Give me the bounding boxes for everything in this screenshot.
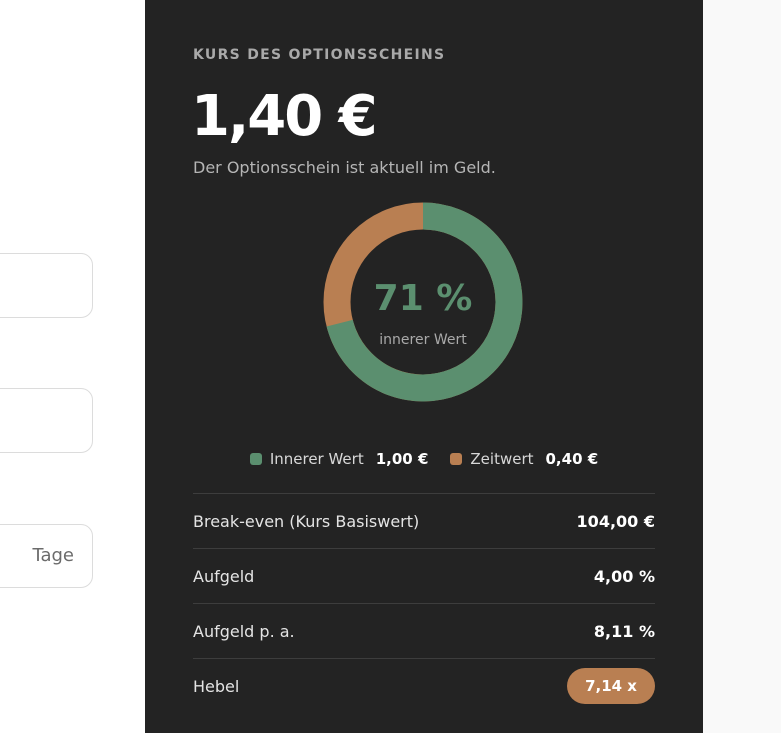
metric-row-leverage: Hebel 7,14 x xyxy=(193,658,655,713)
days-unit-label: Tage xyxy=(32,545,74,566)
days-input-field[interactable]: Tage xyxy=(0,524,93,588)
metric-row-premium-pa: Aufgeld p. a. 8,11 % xyxy=(193,603,655,658)
value-donut-chart: 71 % innerer Wert xyxy=(323,202,523,402)
donut-percent: 71 % xyxy=(374,278,473,319)
panel-eyebrow: KURS DES OPTIONSSCHEINS xyxy=(193,47,446,63)
metric-label: Aufgeld xyxy=(193,566,255,586)
metric-row-break-even: Break-even (Kurs Basiswert) 104,00 € xyxy=(193,493,655,548)
metric-row-premium: Aufgeld 4,00 % xyxy=(193,548,655,603)
legend-label-intrinsic: Innerer Wert xyxy=(269,450,364,468)
metric-label: Aufgeld p. a. xyxy=(193,621,295,641)
right-gutter xyxy=(703,0,781,733)
input-field-1[interactable] xyxy=(0,253,93,318)
legend-value-intrinsic: 1,00 € xyxy=(375,450,429,468)
metric-value: 104,00 € xyxy=(576,511,655,531)
moneyness-status: Der Optionsschein ist aktuell im Geld. xyxy=(193,158,496,177)
legend-item-intrinsic: Innerer Wert 1,00 € xyxy=(249,450,429,468)
input-field-2[interactable] xyxy=(0,388,93,453)
metrics-list: Break-even (Kurs Basiswert) 104,00 € Auf… xyxy=(193,493,655,713)
donut-legend: Innerer Wert 1,00 € Zeitwert 0,40 € xyxy=(145,450,703,468)
metric-value: 8,11 % xyxy=(593,621,655,641)
legend-item-time: Zeitwert 0,40 € xyxy=(450,450,598,468)
warrant-price: 1,40 € xyxy=(191,84,378,149)
leverage-badge: 7,14 x xyxy=(567,668,655,704)
metric-label: Hebel xyxy=(193,676,240,696)
intrinsic-color-swatch xyxy=(249,453,262,465)
input-form: Tage xyxy=(0,0,145,733)
legend-value-time: 0,40 € xyxy=(545,450,599,468)
donut-caption: innerer Wert xyxy=(379,332,467,348)
metric-label: Break-even (Kurs Basiswert) xyxy=(193,511,420,531)
page: Tage KURS DES OPTIONSSCHEINS 1,40 € Der … xyxy=(0,0,781,733)
result-panel: KURS DES OPTIONSSCHEINS 1,40 € Der Optio… xyxy=(145,0,703,733)
metric-value: 4,00 % xyxy=(593,566,655,586)
legend-label-time: Zeitwert xyxy=(470,450,534,468)
time-color-swatch xyxy=(450,453,463,465)
